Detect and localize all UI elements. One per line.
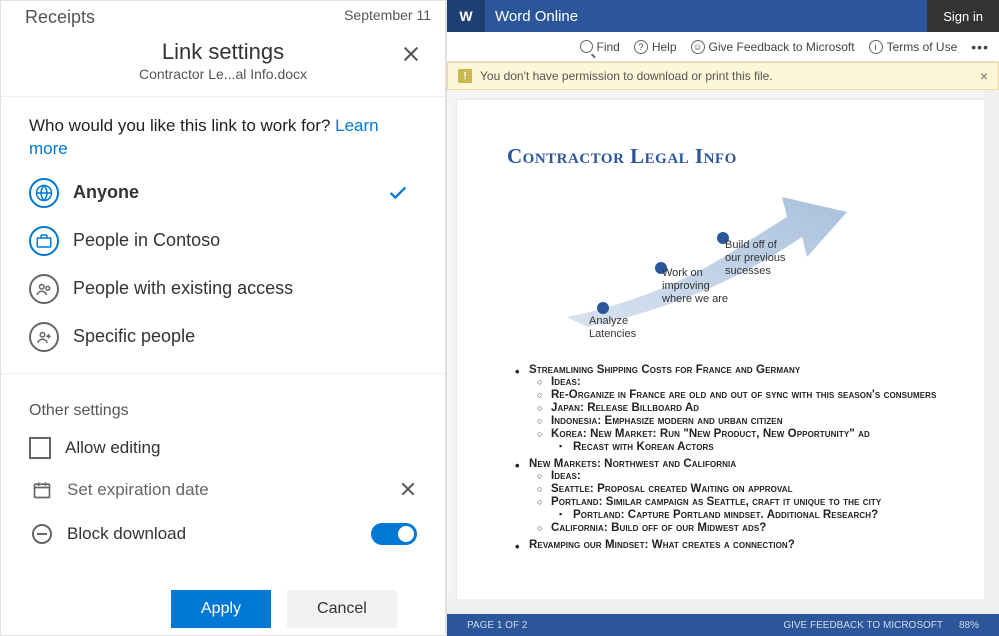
background-date: September 11 <box>344 7 431 23</box>
bullet: Recast with Korean Actors <box>573 440 949 453</box>
background-title: Receipts <box>25 7 95 28</box>
apply-button[interactable]: Apply <box>171 590 271 628</box>
close-notice-icon[interactable]: × <box>980 68 988 84</box>
bullet: Streamlining Shipping Costs for France a… <box>529 363 949 454</box>
status-bar: PAGE 1 OF 2 GIVE FEEDBACK TO MICROSOFT 8… <box>447 614 999 636</box>
bullet: Seattle: Proposal created Waiting on app… <box>551 483 949 496</box>
bullet: Re-Organize in France are old and out of… <box>551 389 949 402</box>
block-download-toggle[interactable] <box>371 523 417 545</box>
node-dot <box>597 302 609 314</box>
page-indicator[interactable]: PAGE 1 OF 2 <box>459 620 535 631</box>
node-1: Analyze Latencies <box>589 315 649 341</box>
bullet: New Markets: Northwest and California Id… <box>529 457 949 535</box>
document-title: Contractor Legal Info <box>507 144 949 169</box>
person-plus-icon <box>29 322 59 352</box>
more-menu-icon[interactable]: ••• <box>971 39 989 55</box>
dialog-title: Link settings <box>1 39 445 65</box>
search-icon <box>580 40 593 53</box>
feedback-button[interactable]: ☺Give Feedback to Microsoft <box>691 40 855 54</box>
option-label: Anyone <box>73 182 387 203</box>
people-icon <box>29 274 59 304</box>
node-2: Work on improving where we are <box>662 267 732 307</box>
vertical-scrollbar[interactable] <box>984 90 999 614</box>
link-options: Anyone People in Contoso People with exi… <box>1 169 445 361</box>
bullet: Ideas: <box>551 470 949 483</box>
option-org[interactable]: People in Contoso <box>29 217 417 265</box>
clear-expiration-icon[interactable] <box>399 481 417 499</box>
check-icon <box>387 182 409 204</box>
block-icon <box>29 521 55 547</box>
toolbar: Find ?Help ☺Give Feedback to Microsoft i… <box>447 32 999 62</box>
expiration-label: Set expiration date <box>67 480 399 500</box>
briefcase-icon <box>29 226 59 256</box>
bullet: Japan: Release Billboard Ad <box>551 402 949 415</box>
arrow-diagram: Analyze Latencies Work on improving wher… <box>507 187 949 357</box>
status-feedback[interactable]: GIVE FEEDBACK TO MICROSOFT <box>775 620 951 631</box>
bullet: Ideas: <box>551 376 949 389</box>
bullet: Portland: Similar campaign as Seattle, c… <box>551 496 949 522</box>
document-page: Contractor Legal Info Analyze Latencies … <box>457 100 989 614</box>
signin-button[interactable]: Sign in <box>927 0 999 32</box>
permission-notice: ! You don't have permission to download … <box>447 62 999 90</box>
link-settings-dialog: Link settings Contractor Le...al Info.do… <box>1 31 445 628</box>
other-settings-title: Other settings <box>1 374 445 428</box>
bullet: California: Build off of our Midwest ads… <box>551 522 949 535</box>
link-prompt: Who would you like this link to work for… <box>1 97 445 169</box>
option-label: People with existing access <box>73 278 417 299</box>
option-specific[interactable]: Specific people <box>29 313 417 361</box>
notice-text: You don't have permission to download or… <box>480 69 773 83</box>
app-title: Word Online <box>485 8 578 25</box>
word-logo-icon[interactable]: W <box>447 0 485 32</box>
word-header: W Word Online Sign in <box>447 0 999 32</box>
block-download-row: Block download <box>1 512 445 556</box>
expiration-row[interactable]: Set expiration date <box>1 468 445 512</box>
document-area[interactable]: Contractor Legal Info Analyze Latencies … <box>447 90 999 614</box>
allow-editing-label: Allow editing <box>65 438 417 458</box>
cancel-button[interactable]: Cancel <box>287 590 397 628</box>
horizontal-scrollbar[interactable] <box>447 599 984 614</box>
document-bullets: Streamlining Shipping Costs for France a… <box>507 363 949 551</box>
bullet: Korea: New Market: Run "New Product, New… <box>551 428 949 454</box>
bullet: Indonesia: Emphasize modern and urban ci… <box>551 415 949 428</box>
close-icon[interactable] <box>399 43 423 67</box>
option-label: Specific people <box>73 326 417 347</box>
terms-button[interactable]: iTerms of Use <box>869 40 958 54</box>
option-anyone[interactable]: Anyone <box>29 169 417 217</box>
link-settings-panel: Receipts September 11 Link settings Cont… <box>0 0 446 636</box>
info-icon: i <box>869 40 883 54</box>
help-button[interactable]: ?Help <box>634 40 677 54</box>
bullet: Portland: Capture Portland mindset. Addi… <box>573 508 949 521</box>
help-icon: ? <box>634 40 648 54</box>
bullet: Revamping our Mindset: What creates a co… <box>529 538 949 551</box>
allow-editing-checkbox[interactable] <box>29 437 51 459</box>
block-download-label: Block download <box>67 524 371 544</box>
dialog-filename: Contractor Le...al Info.docx <box>1 66 445 82</box>
warning-icon: ! <box>458 69 472 83</box>
zoom-level[interactable]: 88% <box>951 620 987 631</box>
allow-editing-row[interactable]: Allow editing <box>1 428 445 468</box>
word-online-panel: W Word Online Sign in Find ?Help ☺Give F… <box>446 0 999 636</box>
smile-icon: ☺ <box>691 40 705 54</box>
calendar-icon <box>29 477 55 503</box>
globe-icon <box>29 178 59 208</box>
option-existing[interactable]: People with existing access <box>29 265 417 313</box>
find-button[interactable]: Find <box>580 40 620 54</box>
node-3: Build off of our previous sucesses <box>725 239 795 279</box>
option-label: People in Contoso <box>73 230 417 251</box>
